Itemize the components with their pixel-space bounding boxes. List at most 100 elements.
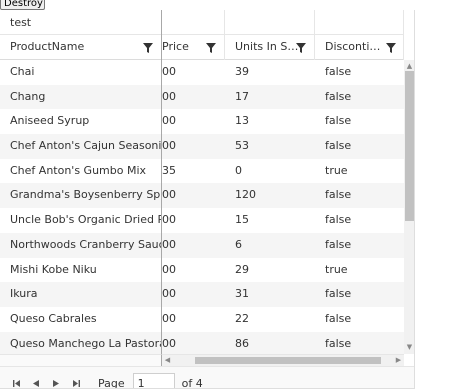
column-header-units-in-stock[interactable]: Units In St... [225, 35, 315, 60]
pager: Page of 4 [0, 366, 414, 389]
table-row[interactable]: Aniseed Syrup 00 13 false [0, 109, 404, 135]
table-row[interactable]: Chai 00 39 false [0, 60, 404, 85]
table-row[interactable]: Chef Anton's Gumbo Mix 35 0 true [0, 158, 404, 184]
vertical-scroll-thumb[interactable] [405, 71, 414, 221]
cell-discontinued: false [325, 213, 352, 227]
cell-discontinued: false [325, 336, 352, 350]
cell-discontinued: false [325, 287, 352, 301]
cell-units-in-stock: 0 [235, 163, 242, 177]
cell-discontinued: false [325, 188, 352, 202]
group-header-cell: test [0, 10, 162, 35]
cell-discontinued: true [325, 163, 348, 177]
cell-units-in-stock: 6 [235, 237, 242, 251]
column-header-productname[interactable]: ProductName [0, 35, 162, 60]
filter-icon[interactable] [206, 43, 216, 53]
cell-product-name: Uncle Bob's Organic Dried Pears [0, 208, 162, 233]
cell-discontinued: false [325, 89, 352, 103]
last-page-button[interactable] [66, 373, 86, 388]
table-row[interactable]: Queso Cabrales 00 22 false [0, 306, 404, 332]
destroy-button[interactable]: Destroy [0, 0, 45, 10]
cell-discontinued: false [325, 114, 352, 128]
grid-body: Chai 00 39 false Chang 00 17 false Anise… [0, 60, 404, 354]
cell-discontinued: true [325, 262, 348, 276]
total-pages-label: of 4 [181, 376, 203, 389]
column-headers: ProductName Price Units In St... Discont… [0, 35, 404, 60]
cell-units-in-stock: 39 [235, 65, 249, 78]
column-header-price[interactable]: Price [162, 35, 225, 60]
column-header-label: Discontinued [325, 40, 387, 53]
cell-discontinued: false [325, 65, 352, 78]
group-header-label: test [10, 16, 32, 29]
cell-price: 00 [162, 311, 176, 325]
table-row[interactable]: Grandma's Boysenberry Spread 00 120 fals… [0, 183, 404, 209]
filter-icon[interactable] [143, 43, 153, 53]
horizontal-scroll-thumb[interactable] [195, 357, 381, 364]
next-page-button[interactable] [46, 373, 66, 388]
table-row[interactable]: Uncle Bob's Organic Dried Pears 00 15 fa… [0, 208, 404, 233]
first-page-icon [12, 379, 20, 387]
cell-discontinued: false [325, 237, 352, 251]
cell-units-in-stock: 86 [235, 336, 249, 350]
cell-units-in-stock: 13 [235, 114, 249, 128]
cell-price: 00 [162, 287, 176, 301]
locked-columns-scroll-area [0, 354, 162, 366]
column-header-label: Units In St... [235, 40, 299, 53]
cell-units-in-stock: 31 [235, 287, 249, 301]
previous-page-button[interactable] [26, 373, 46, 388]
page-number-input[interactable] [132, 373, 175, 388]
cell-product-name: Chai [0, 60, 162, 85]
cell-product-name: Queso Manchego La Pastora [0, 331, 162, 354]
scroll-left-icon[interactable]: ◀ [164, 357, 171, 364]
column-header-label: Price [162, 40, 189, 53]
cell-product-name: Chef Anton's Gumbo Mix [0, 158, 162, 184]
first-page-button[interactable] [6, 373, 26, 388]
table-row[interactable]: Mishi Kobe Niku 00 29 true [0, 257, 404, 283]
cell-product-name: Mishi Kobe Niku [0, 257, 162, 283]
cell-discontinued: false [325, 311, 352, 325]
cell-price: 35 [162, 163, 176, 177]
cell-price: 00 [162, 336, 176, 350]
table-row[interactable]: Queso Manchego La Pastora 00 86 false [0, 331, 404, 354]
page-label: Page [98, 376, 125, 389]
scroll-up-icon[interactable]: ▲ [406, 63, 413, 70]
cell-discontinued: false [325, 139, 352, 153]
cell-units-in-stock: 22 [235, 311, 249, 325]
vertical-scrollbar[interactable]: ▲ ▼ [404, 60, 414, 354]
cell-price: 00 [162, 89, 176, 103]
cell-price: 00 [162, 139, 176, 153]
cell-price: 00 [162, 213, 176, 227]
cell-price: 00 [162, 262, 176, 276]
cell-product-name: Ikura [0, 282, 162, 307]
filter-icon[interactable] [386, 43, 396, 53]
data-grid: test ProductName Price Units In St... Di… [0, 10, 415, 389]
column-group-header: test [0, 10, 404, 35]
cell-price: 00 [162, 237, 176, 251]
filter-icon[interactable] [296, 43, 306, 53]
cell-product-name: Chang [0, 84, 162, 110]
cell-product-name: Queso Cabrales [0, 306, 162, 332]
table-row[interactable]: Chang 00 17 false [0, 84, 404, 110]
group-header-spacer [315, 10, 404, 35]
cell-units-in-stock: 120 [235, 188, 256, 202]
scroll-down-icon[interactable]: ▼ [406, 344, 413, 351]
cell-product-name: Aniseed Syrup [0, 109, 162, 135]
column-header-label: ProductName [10, 40, 85, 53]
last-page-icon [72, 379, 80, 387]
cell-units-in-stock: 15 [235, 213, 249, 227]
cell-price: 00 [162, 65, 176, 78]
cell-product-name: Chef Anton's Cajun Seasoning [0, 134, 162, 159]
cell-product-name: Grandma's Boysenberry Spread [0, 183, 162, 209]
group-header-spacer [225, 10, 315, 35]
cell-units-in-stock: 29 [235, 262, 249, 276]
scroll-right-icon[interactable]: ▶ [395, 357, 402, 364]
column-header-discontinued[interactable]: Discontinued [315, 35, 404, 60]
table-row[interactable]: Chef Anton's Cajun Seasoning 00 53 false [0, 134, 404, 159]
group-header-spacer [162, 10, 225, 35]
next-page-icon [53, 379, 59, 387]
table-row[interactable]: Ikura 00 31 false [0, 282, 404, 307]
table-row[interactable]: Northwoods Cranberry Sauce 00 6 false [0, 232, 404, 258]
cell-price: 00 [162, 188, 176, 202]
previous-page-icon [33, 379, 39, 387]
cell-units-in-stock: 53 [235, 139, 249, 153]
horizontal-scrollbar[interactable]: ◀ ▶ [162, 354, 404, 366]
